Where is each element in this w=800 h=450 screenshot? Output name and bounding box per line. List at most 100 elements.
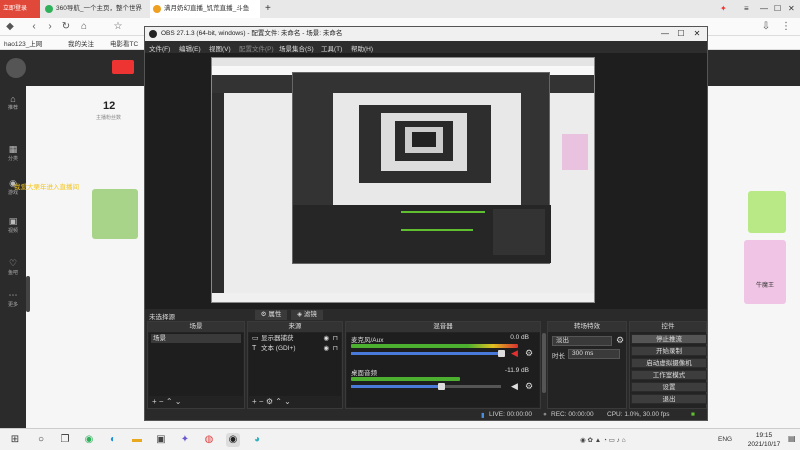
browser-tab-360[interactable]: 360导航_一个主页，整个世界	[42, 0, 148, 18]
clock-date: 2021/10/17	[747, 441, 781, 448]
properties-button[interactable]: ⚙ 属性	[255, 310, 287, 320]
transition-select[interactable]: 淡出	[552, 336, 612, 346]
volume-slider-knob[interactable]	[498, 350, 505, 357]
muted-speaker-icon[interactable]: ◀	[511, 348, 518, 359]
remove-icon[interactable]: −	[159, 397, 164, 406]
login-badge[interactable]: 立即登录	[0, 0, 40, 18]
scrollbar[interactable]	[26, 276, 30, 312]
lock-icon[interactable]: ⊓	[333, 334, 338, 343]
mixer-scrollbar[interactable]	[542, 333, 546, 393]
bookmark-movie[interactable]: 电影看TC	[110, 38, 138, 48]
bookmark-hao123[interactable]: hao123_上网	[4, 38, 42, 48]
move-down-icon[interactable]: ⌄	[175, 397, 182, 406]
volume-slider[interactable]	[351, 385, 441, 388]
chrome-icon[interactable]: ◉	[82, 433, 96, 447]
menu-edit[interactable]: 编辑(E)	[179, 43, 201, 53]
browser-icon[interactable]: ◕	[250, 433, 264, 447]
close-icon[interactable]: ✕	[788, 0, 795, 18]
scene-item[interactable]: 场景	[151, 334, 241, 343]
rail-item-recommend[interactable]: ⌂ 推荐	[3, 94, 23, 111]
refresh-icon[interactable]: ↻	[60, 21, 72, 33]
minimize-button[interactable]: —	[657, 27, 673, 41]
preview-canvas[interactable]	[211, 57, 595, 303]
tab-label: 360导航_一个主页，整个世界	[56, 5, 142, 12]
input-language[interactable]: ENG	[718, 436, 732, 443]
virtual-camera-button[interactable]: 启动虚拟摄像机	[631, 358, 707, 368]
menu-icon[interactable]: ≡	[744, 0, 749, 18]
app-icon[interactable]: ✦	[178, 433, 192, 447]
duration-input[interactable]: 300 ms	[568, 349, 620, 359]
search-icon[interactable]: ○	[34, 433, 48, 447]
gear-icon[interactable]: ⚙	[266, 397, 273, 406]
tab-label: 满月奶幻直播_饥荒直播_斗鱼	[164, 5, 250, 12]
promo-banner[interactable]: 牛魔王	[744, 240, 786, 304]
extensions-icon[interactable]: ⋮	[780, 21, 792, 33]
obs-menubar: 文件(F) 编辑(E) 视图(V) 配置文件(P) 场景集合(S) 工具(T) …	[145, 41, 707, 53]
forward-icon[interactable]: ›	[44, 21, 56, 33]
exit-button[interactable]: 退出	[631, 394, 707, 404]
menu-profile[interactable]: 配置文件(P)	[239, 43, 274, 53]
settings-button[interactable]: 设置	[631, 382, 707, 392]
maximize-icon[interactable]: ☐	[774, 0, 781, 18]
start-recording-button[interactable]: 开始录制	[631, 346, 707, 356]
studio-mode-button[interactable]: 工作室模式	[631, 370, 707, 380]
browser-tabbar: 立即登录 360导航_一个主页，整个世界 满月奶幻直播_饥荒直播_斗鱼 + ✦ …	[0, 0, 800, 18]
add-icon[interactable]: +	[252, 397, 257, 406]
filters-button[interactable]: ◈ 滤镜	[291, 310, 323, 320]
source-item[interactable]: ▭ 显示器捕获 ◉ ⊓	[251, 334, 339, 343]
volume-slider[interactable]	[351, 352, 501, 355]
avatar[interactable]	[6, 58, 26, 78]
menu-scene-collection[interactable]: 场景集合(S)	[279, 43, 314, 53]
add-icon[interactable]: +	[152, 397, 157, 406]
eye-icon[interactable]: ◉	[323, 344, 329, 353]
home-icon[interactable]: ⌂	[78, 21, 90, 33]
close-button[interactable]: ✕	[689, 27, 705, 41]
rail-label: 更多	[7, 302, 18, 308]
obs-icon[interactable]: ◉	[226, 433, 240, 447]
back-icon[interactable]: ‹	[28, 21, 40, 33]
volume-meter	[351, 344, 518, 348]
menu-view[interactable]: 视图(V)	[209, 43, 231, 53]
new-tab-button[interactable]: +	[262, 0, 276, 18]
remove-icon[interactable]: −	[259, 397, 264, 406]
clock[interactable]: 19:15 2021/10/17	[744, 431, 784, 449]
rail-item-more[interactable]: ⋯ 更多	[3, 290, 23, 308]
gift-icon[interactable]: ✦	[720, 0, 727, 18]
streamer-thumbnail[interactable]	[92, 189, 138, 239]
bookmark-follow[interactable]: 我的关注	[68, 38, 94, 48]
start-icon[interactable]: ⊞	[8, 433, 22, 447]
rail-item-video[interactable]: ▣ 视频	[3, 216, 23, 234]
taskview-icon[interactable]: ❐	[58, 433, 72, 447]
browser-tab-douyu[interactable]: 满月奶幻直播_饥荒直播_斗鱼	[150, 0, 260, 18]
gear-icon[interactable]: ⚙	[525, 348, 533, 359]
download-icon[interactable]: ⇩	[760, 21, 772, 33]
move-down-icon[interactable]: ⌄	[284, 397, 291, 406]
move-up-icon[interactable]: ⌃	[166, 397, 173, 406]
star-icon[interactable]: ☆	[112, 21, 124, 33]
eye-icon[interactable]: ◉	[323, 334, 329, 343]
edge-icon[interactable]: ◐	[106, 433, 120, 447]
minimize-icon[interactable]: —	[760, 0, 768, 18]
tray-icons[interactable]: ◉ ✿ ▲ ◔ ▭ ♪ ⌂	[580, 436, 626, 444]
gear-icon[interactable]: ⚙	[616, 335, 624, 346]
netease-icon[interactable]: ◍	[202, 433, 216, 447]
notification-icon[interactable]: ▤	[788, 434, 796, 443]
stop-streaming-button[interactable]: 停止推流	[631, 334, 707, 344]
maximize-button[interactable]: ☐	[673, 27, 689, 41]
move-up-icon[interactable]: ⌃	[275, 397, 282, 406]
menu-help[interactable]: 帮助(H)	[351, 43, 373, 53]
promo-card[interactable]	[748, 191, 786, 233]
store-icon[interactable]: ▣	[154, 433, 168, 447]
menu-tools[interactable]: 工具(T)	[321, 43, 342, 53]
sources-dock-title: 来源	[248, 322, 342, 332]
obs-title: OBS 27.1.3 (64-bit, windows) - 配置文件: 未命名…	[161, 30, 343, 37]
menu-file[interactable]: 文件(F)	[149, 43, 170, 53]
rail-item-club[interactable]: ♡ 鱼吧	[3, 258, 23, 276]
speaker-icon[interactable]: ◀	[511, 381, 518, 392]
lock-icon[interactable]: ⊓	[333, 344, 338, 353]
explorer-icon[interactable]: ▬	[130, 433, 144, 447]
volume-slider-knob[interactable]	[438, 383, 445, 390]
gear-icon[interactable]: ⚙	[525, 381, 533, 392]
rail-item-category[interactable]: ▦ 分类	[3, 144, 23, 162]
source-item[interactable]: T 文本 (GDI+) ◉ ⊓	[251, 344, 339, 353]
